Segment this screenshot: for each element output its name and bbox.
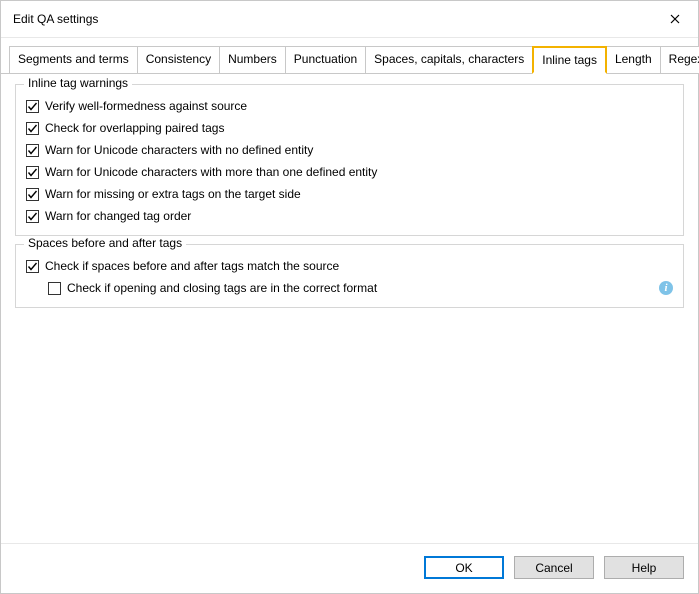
label-verify-wellformedness[interactable]: Verify well-formedness against source <box>45 99 673 113</box>
checkbox-open-close-format[interactable] <box>48 282 61 295</box>
info-icon[interactable]: i <box>659 281 673 295</box>
ok-button[interactable]: OK <box>424 556 504 579</box>
cancel-button[interactable]: Cancel <box>514 556 594 579</box>
group-title-spaces: Spaces before and after tags <box>24 236 186 250</box>
checkbox-spaces-match-source[interactable] <box>26 260 39 273</box>
group-inline-tag-warnings: Inline tag warnings Verify well-formedne… <box>15 84 684 236</box>
option-overlapping-tags: Check for overlapping paired tags <box>26 117 673 139</box>
tab-inline-tags[interactable]: Inline tags <box>532 46 607 74</box>
checkbox-missing-extra-tags[interactable] <box>26 188 39 201</box>
option-unicode-no-entity: Warn for Unicode characters with no defi… <box>26 139 673 161</box>
option-missing-extra-tags: Warn for missing or extra tags on the ta… <box>26 183 673 205</box>
group-title-inline-tag-warnings: Inline tag warnings <box>24 76 132 90</box>
checkbox-overlapping-tags[interactable] <box>26 122 39 135</box>
checkbox-verify-wellformedness[interactable] <box>26 100 39 113</box>
label-missing-extra-tags[interactable]: Warn for missing or extra tags on the ta… <box>45 187 673 201</box>
group-spaces-before-after-tags: Spaces before and after tags Check if sp… <box>15 244 684 308</box>
label-changed-tag-order[interactable]: Warn for changed tag order <box>45 209 673 223</box>
checkbox-unicode-multi-entity[interactable] <box>26 166 39 179</box>
window-title: Edit QA settings <box>13 12 98 26</box>
label-unicode-multi-entity[interactable]: Warn for Unicode characters with more th… <box>45 165 673 179</box>
tab-segments-and-terms[interactable]: Segments and terms <box>9 46 138 73</box>
qa-settings-dialog: Edit QA settings Segments and terms Cons… <box>0 0 699 594</box>
tab-consistency[interactable]: Consistency <box>137 46 220 73</box>
option-verify-wellformedness: Verify well-formedness against source <box>26 95 673 117</box>
tab-length[interactable]: Length <box>606 46 661 73</box>
option-changed-tag-order: Warn for changed tag order <box>26 205 673 227</box>
close-icon <box>670 14 680 24</box>
tab-content: Inline tag warnings Verify well-formedne… <box>1 74 698 543</box>
tab-strip: Segments and terms Consistency Numbers P… <box>1 46 698 74</box>
titlebar: Edit QA settings <box>1 1 698 38</box>
dialog-buttons: OK Cancel Help <box>1 543 698 593</box>
tab-regex[interactable]: Regex <box>660 46 699 73</box>
checkbox-changed-tag-order[interactable] <box>26 210 39 223</box>
label-overlapping-tags[interactable]: Check for overlapping paired tags <box>45 121 673 135</box>
tab-numbers[interactable]: Numbers <box>219 46 286 73</box>
tab-punctuation[interactable]: Punctuation <box>285 46 366 73</box>
help-button[interactable]: Help <box>604 556 684 579</box>
close-button[interactable] <box>660 7 690 31</box>
option-spaces-match-source: Check if spaces before and after tags ma… <box>26 255 673 277</box>
checkbox-unicode-no-entity[interactable] <box>26 144 39 157</box>
tab-spaces-capitals-characters[interactable]: Spaces, capitals, characters <box>365 46 533 73</box>
option-unicode-multi-entity: Warn for Unicode characters with more th… <box>26 161 673 183</box>
label-unicode-no-entity[interactable]: Warn for Unicode characters with no defi… <box>45 143 673 157</box>
option-open-close-format: Check if opening and closing tags are in… <box>26 277 673 299</box>
label-spaces-match-source[interactable]: Check if spaces before and after tags ma… <box>45 259 673 273</box>
label-open-close-format[interactable]: Check if opening and closing tags are in… <box>67 281 659 295</box>
